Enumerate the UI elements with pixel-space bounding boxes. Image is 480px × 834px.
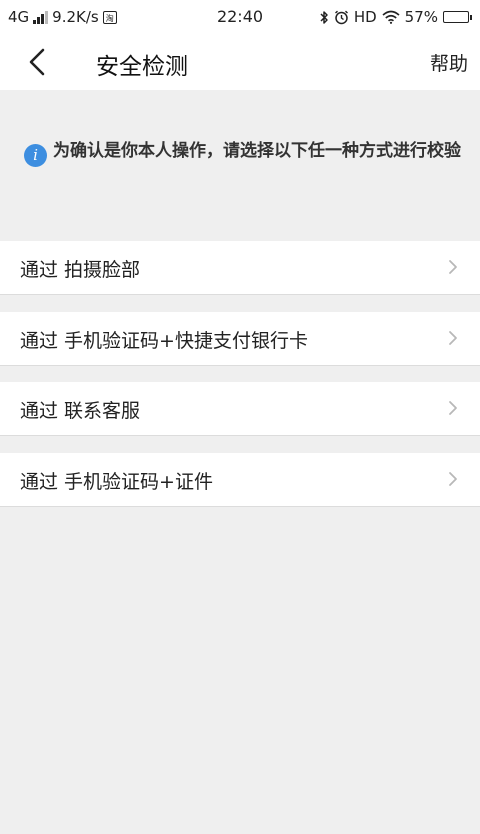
- back-arrow-icon[interactable]: [20, 44, 56, 80]
- option-sms-bank-card[interactable]: 通过 手机验证码+快捷支付银行卡: [0, 312, 480, 366]
- battery-percent: 57%: [404, 8, 438, 26]
- option-label: 通过 拍摄脸部: [20, 259, 141, 281]
- status-bar: 4G 9.2K/s 淘 22:40 HD 57%: [0, 0, 480, 34]
- alarm-clock-icon: [334, 10, 348, 24]
- info-icon: i: [24, 144, 47, 167]
- option-label: 通过 手机验证码+证件: [20, 471, 213, 493]
- notice-text: 为确认是你本人操作，请选择以下任一种方式进行校验: [53, 141, 461, 161]
- verification-notice: i 为确认是你本人操作，请选择以下任一种方式进行校验: [20, 136, 470, 167]
- chevron-right-icon: [449, 401, 457, 415]
- wifi-icon: [382, 10, 400, 24]
- status-right: HD 57%: [319, 8, 472, 26]
- chevron-right-icon: [449, 331, 457, 345]
- option-customer-service[interactable]: 通过 联系客服: [0, 382, 480, 436]
- nav-bar: 安全检测 帮助: [0, 34, 480, 90]
- option-label: 通过 手机验证码+快捷支付银行卡: [20, 330, 308, 352]
- help-link[interactable]: 帮助: [430, 49, 468, 76]
- page-title: 安全检测: [96, 54, 188, 80]
- hd-indicator: HD: [353, 8, 377, 26]
- option-sms-id-document[interactable]: 通过 手机验证码+证件: [0, 453, 480, 507]
- chevron-right-icon: [449, 260, 457, 274]
- option-face-scan[interactable]: 通过 拍摄脸部: [0, 241, 480, 295]
- chevron-right-icon: [449, 472, 457, 486]
- bluetooth-icon: [320, 10, 328, 24]
- option-label: 通过 联系客服: [20, 400, 141, 422]
- battery-icon: [443, 11, 472, 23]
